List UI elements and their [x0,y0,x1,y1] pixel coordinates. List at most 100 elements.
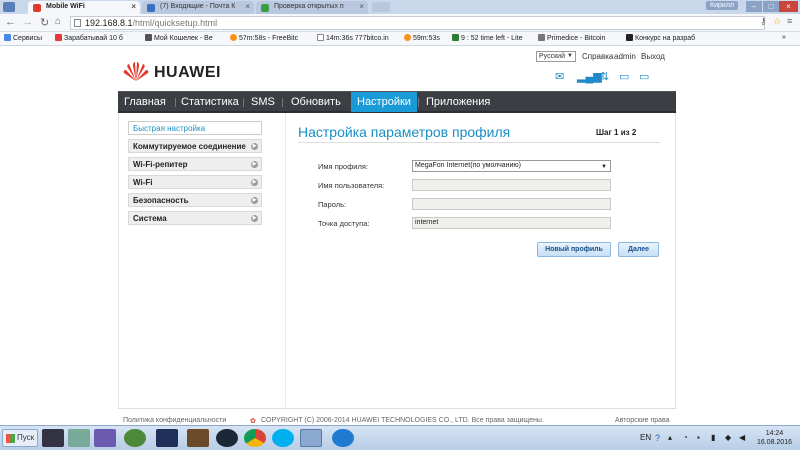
bookmarks-overflow-icon[interactable]: » [782,34,786,41]
contest-icon [626,34,633,41]
url-input[interactable]: 192.168.8.1/html/quicksetup.html [70,16,765,30]
sidebar-item-wifi[interactable]: Wi-Fi ▶ [128,175,262,189]
address-bar-row: ← → ↻ ⌂ 192.168.8.1/html/quicksetup.html… [0,14,800,32]
bitcoin-icon [230,34,237,41]
settings-sidebar: Быстрая настройка Коммутируемое соединен… [128,121,262,229]
bookmark-item[interactable]: Зарабатывай 10 б [55,34,123,42]
rights-link[interactable]: Авторские права [615,417,670,424]
sidebar-item-system[interactable]: Система ▶ [128,211,262,225]
page-footer: Политика конфиденциальности ✿ COPYRIGHT … [118,408,676,425]
tray-app2-icon[interactable]: ◆ [725,433,731,442]
tab-title: Mobile WiFi [46,3,85,10]
huawei-favicon-icon [33,4,41,12]
windows-icon [6,434,15,443]
tab-mail[interactable]: (7) Входящие - Почта К × [142,1,254,14]
key-icon[interactable]: ⚷ [760,16,767,27]
volume-icon[interactable]: ◀ [739,433,745,442]
home-icon[interactable]: ⌂ [55,16,61,27]
tab-title: (7) Входящие - Почта К [160,3,236,10]
logout-link[interactable]: Выход [641,52,665,61]
nav-update[interactable]: Обновить [285,92,347,112]
sidebar-item-quick-setup[interactable]: Быстрая настройка [128,121,262,135]
bookmark-services[interactable]: Сервисы [4,34,42,42]
tray-app-icon[interactable]: ▪ [697,433,700,442]
menu-icon[interactable]: ≡ [787,16,792,26]
network-icon[interactable]: ▮ [711,433,715,442]
chrome-icon[interactable] [244,429,266,447]
signal-icon: ▂▄▆ [577,71,602,83]
chevron-down-icon: ▼ [601,164,607,170]
game-app-icon[interactable] [187,429,209,447]
nav-statistics[interactable]: Статистика [175,92,245,112]
data-transfer-icon: ⇅ [600,71,610,83]
bookmark-item[interactable]: Мой Кошелек - Be [145,34,213,42]
sidebar-item-wifi-repeater[interactable]: Wi-Fi-репитер ▶ [128,157,262,171]
profile-name-select[interactable]: MegaFon Internet(по умолчанию) ▼ [412,160,611,172]
privacy-link[interactable]: Политика конфиденциальности [123,417,226,424]
forward-icon[interactable]: → [22,16,33,28]
sidebar-item-security[interactable]: Безопасность ▶ [128,193,262,207]
nav-applications[interactable]: Приложения [420,92,496,112]
tray-arrow-icon[interactable]: ▴ [668,433,672,442]
window-close-icon[interactable]: × [779,1,798,12]
laptop-icon: ▭ [619,71,630,83]
password-field[interactable] [412,198,611,210]
dice-icon [538,34,545,41]
app-icon[interactable] [332,429,354,447]
photoshop-icon[interactable] [156,429,178,447]
back-icon[interactable]: ← [5,16,16,28]
bookmark-item[interactable]: 9 : 52 time left - Lite [452,34,522,42]
bookmark-item[interactable]: Primedice - Bitcoin [538,34,605,42]
game-icon[interactable] [124,429,146,447]
bookmark-item[interactable]: Конкурс на разраб [626,34,695,42]
star-icon[interactable]: ☆ [773,16,781,27]
close-icon[interactable]: × [245,2,250,11]
url-path: /html/quicksetup.html [132,18,218,28]
start-button[interactable]: Пуск [2,429,38,447]
close-icon[interactable]: × [359,2,364,11]
profile-user-label[interactable]: Кирилл [706,1,738,10]
help-link[interactable]: Справка [582,52,613,61]
admin-link[interactable]: admin [614,52,636,61]
bookmark-item[interactable]: 57m:58s - FreeBitc [230,34,298,42]
language-select[interactable]: Русский ▼ [536,51,576,62]
battery-icon: ▭ [639,71,650,83]
username-label: Имя пользователя: [318,181,385,190]
username-field[interactable] [412,179,611,191]
nav-sms[interactable]: SMS [245,92,281,112]
skype-icon[interactable] [272,429,294,447]
maximize-icon[interactable]: □ [763,1,779,12]
new-profile-button[interactable]: Новый профиль [537,242,611,257]
sidebar-item-dialup[interactable]: Коммутируемое соединение ▶ [128,139,262,153]
bookmark-item[interactable]: 59m:53s [404,34,440,42]
chrome-active-icon[interactable] [300,429,322,447]
network-app-icon[interactable] [68,429,90,447]
page-icon [74,19,81,27]
steam-icon[interactable] [216,429,238,447]
notification-icon[interactable]: ◔ [683,433,688,442]
tab-mobile-wifi[interactable]: Mobile WiFi × [28,1,140,14]
next-button[interactable]: Далее [618,242,659,257]
page-icon [317,34,324,41]
visual-studio-icon[interactable] [94,429,116,447]
minimize-icon[interactable]: – [746,1,762,12]
nav-settings[interactable]: Настройки [351,92,417,112]
brand-name: HUAWEI [154,64,221,81]
wallet-icon [145,34,152,41]
mail-favicon-icon [147,4,155,12]
help-icon[interactable]: ? [655,433,660,443]
main-nav: Главная Статистика SMS Обновить Настройк… [118,91,676,113]
language-indicator[interactable]: EN [640,433,651,442]
envelope-icon[interactable]: ✉ [555,70,564,83]
bookmark-item[interactable]: 14m:36s 777bitco.in [317,34,389,42]
litecoin-icon [452,34,459,41]
tab-port-check[interactable]: Проверка открытых п × [256,1,368,14]
media-app-icon[interactable] [42,429,64,447]
new-tab-button[interactable] [372,2,390,12]
close-icon[interactable]: × [131,2,136,11]
url-host: 192.168.8.1 [85,18,133,28]
nav-home[interactable]: Главная [118,92,172,112]
apn-field[interactable]: internet [412,217,611,229]
taskbar-clock[interactable]: 14:24 16.08.2016 [757,429,792,447]
reload-icon[interactable]: ↻ [40,16,49,29]
